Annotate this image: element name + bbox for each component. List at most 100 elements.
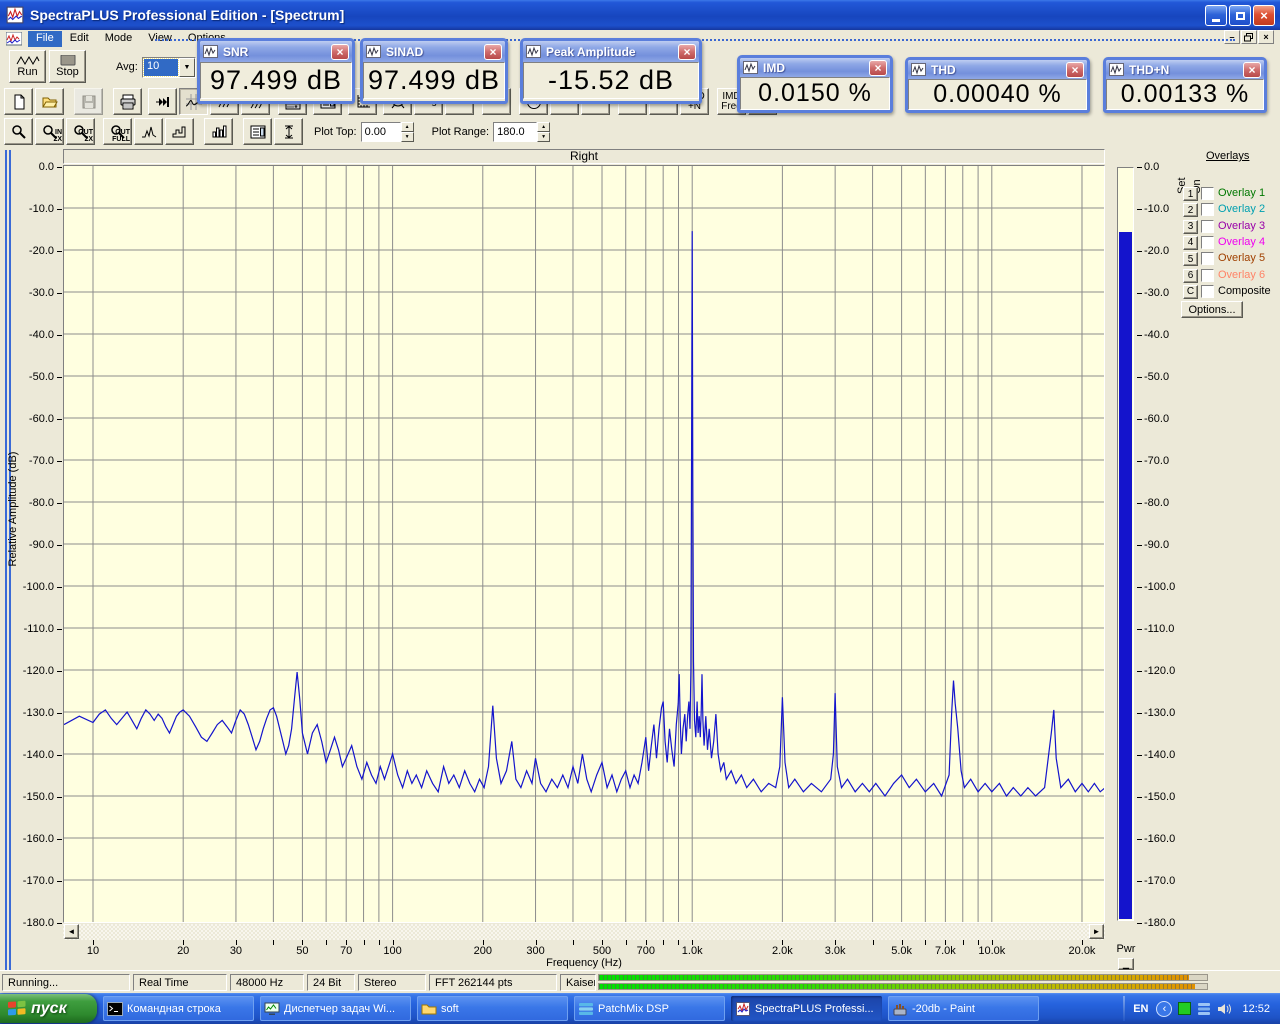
run-button[interactable]: Run (9, 50, 46, 83)
maximize-button[interactable] (1229, 5, 1251, 26)
start-button[interactable]: пуск (0, 994, 97, 1023)
task-button-3[interactable]: PatchMix DSP (574, 996, 725, 1021)
tray-collapse-icon[interactable]: ‹ (1156, 1000, 1173, 1017)
overlay-checkbox-c[interactable] (1201, 284, 1214, 298)
chevron-down-icon[interactable]: ▼ (179, 58, 195, 77)
y-tick-label: -140.0 (22, 749, 54, 761)
y-tick-label: 0.0 (38, 161, 54, 173)
meter-window-icon (366, 45, 381, 58)
sinad-window[interactable]: SINAD × 97.499 dB (360, 38, 508, 104)
overlay-set-button-4[interactable]: 4 (1183, 235, 1198, 250)
overlay-checkbox-1[interactable] (1201, 187, 1214, 200)
task-button-0[interactable]: Командная строка (103, 996, 254, 1021)
snr-window-titlebar[interactable]: SNR × (200, 41, 352, 62)
mdi-minimize-button[interactable]: – (1224, 30, 1240, 44)
overlay-options-button[interactable]: Options... (1181, 301, 1243, 318)
peak-amplitude-window[interactable]: Peak Amplitude × -15.52 dB (520, 38, 702, 104)
level-meter-right (598, 983, 1208, 990)
x-tick (572, 940, 574, 945)
plot-top-input[interactable] (360, 121, 401, 142)
spectrum-plot[interactable] (63, 165, 1105, 923)
plot-range-input[interactable] (493, 121, 538, 142)
zoom-in-2x-button[interactable]: IN 2X (35, 118, 64, 145)
close-icon[interactable]: × (1243, 61, 1261, 78)
overlay-checkbox-2[interactable] (1201, 203, 1214, 217)
sinad-window-titlebar[interactable]: SINAD × (363, 41, 505, 62)
y-tick (57, 251, 62, 252)
tray-app-icon[interactable] (1178, 1002, 1192, 1015)
peak-curve-button[interactable] (134, 118, 163, 145)
x-tick (872, 940, 874, 945)
task-button-4[interactable]: SpectraPLUS Professi... (731, 996, 882, 1021)
zoom-out-full-button[interactable]: OUT FULL (103, 118, 132, 145)
fast-forward-button[interactable] (148, 88, 177, 115)
overlay-set-button-1[interactable]: 1 (1183, 187, 1198, 201)
plot-top-spinner[interactable]: ▲ ▼ (400, 121, 414, 142)
y-tick-label: 0.0 (1144, 161, 1160, 173)
overlay-checkbox-3[interactable] (1201, 219, 1214, 233)
close-icon[interactable]: × (869, 59, 887, 76)
thd-n-window-titlebar[interactable]: THD+N × (1106, 60, 1264, 79)
thd-value: 0.00040 % (908, 79, 1087, 110)
step-curve-button[interactable] (165, 118, 194, 145)
y-tick-label: -80.0 (1144, 497, 1170, 509)
control-panel-button[interactable] (243, 118, 272, 145)
snr-window[interactable]: SNR × 97.499 dB (197, 38, 355, 104)
minimize-button[interactable] (1205, 5, 1227, 26)
overlay-set-button-2[interactable]: 2 (1183, 203, 1198, 218)
overlay-set-button-5[interactable]: 5 (1183, 252, 1198, 267)
power-meter-button[interactable]: ▁ (1118, 958, 1134, 970)
overlay-set-button-c[interactable]: C (1183, 284, 1198, 299)
stop-button[interactable]: Stop (49, 50, 86, 83)
zoom-out-2x-button[interactable]: OUT 2X (66, 118, 95, 145)
menu-item-file[interactable]: File (28, 30, 62, 47)
open-file-button[interactable] (35, 88, 64, 115)
task-button-5[interactable]: -20db - Paint (888, 996, 1039, 1021)
scroll-right-icon[interactable]: ► (1089, 924, 1104, 939)
mdi-close-button[interactable]: × (1258, 30, 1274, 44)
scroll-left-icon[interactable]: ◄ (64, 924, 79, 939)
imd-window[interactable]: IMD × 0.0150 % (737, 55, 893, 113)
close-icon[interactable]: × (1066, 61, 1084, 78)
status-panel-5: FFT 262144 pts (429, 974, 557, 991)
application-window: SpectraPLUS Professional Edition - [Spec… (0, 0, 1280, 1024)
zoom-button[interactable] (4, 118, 33, 145)
avg-value: 10 (143, 58, 179, 77)
waveform-icon (16, 55, 39, 66)
task-button-2[interactable]: soft (417, 996, 568, 1021)
horizontal-scrollbar[interactable]: ◄ ► (63, 924, 1105, 940)
overlay-checkbox-4[interactable] (1201, 235, 1214, 249)
taskmgr-icon (264, 1002, 280, 1015)
overlay-checkbox-6[interactable] (1201, 268, 1214, 282)
close-icon[interactable]: × (484, 43, 502, 60)
language-indicator[interactable]: EN (1133, 1003, 1148, 1015)
peak-amplitude-window-titlebar[interactable]: Peak Amplitude × (523, 41, 699, 62)
menu-item-edit[interactable]: Edit (62, 31, 97, 47)
thd-window[interactable]: THD × 0.00040 % (905, 57, 1090, 113)
task-button-1[interactable]: Диспетчер задач Wi... (260, 996, 411, 1021)
bar-display-button[interactable] (204, 118, 233, 145)
thd-n-window[interactable]: THD+N × 0.00133 % (1103, 57, 1267, 113)
imd-window-titlebar[interactable]: IMD × (740, 58, 890, 77)
title-bar[interactable]: SpectraPLUS Professional Edition - [Spec… (0, 0, 1280, 30)
meter-window-icon (1109, 63, 1124, 76)
y-tick-label: -20.0 (28, 245, 54, 257)
plot-top-label: Plot Top: (314, 125, 357, 138)
thd-window-titlebar[interactable]: THD × (908, 60, 1087, 79)
overlay-set-button-6[interactable]: 6 (1183, 268, 1198, 283)
new-file-button[interactable] (4, 88, 33, 115)
print-button[interactable] (113, 88, 142, 115)
y-tick-label: -10.0 (28, 203, 54, 215)
close-button[interactable]: × (1253, 5, 1275, 26)
plot-range-spinner[interactable]: ▲ ▼ (537, 121, 551, 142)
mdi-restore-button[interactable] (1241, 30, 1257, 44)
menu-item-mode[interactable]: Mode (97, 31, 141, 47)
overlay-set-button-3[interactable]: 3 (1183, 219, 1198, 234)
volume-icon[interactable] (1217, 1002, 1232, 1016)
close-icon[interactable]: × (331, 43, 349, 60)
auto-scale-button[interactable] (274, 118, 303, 145)
close-icon[interactable]: × (678, 43, 696, 60)
overlay-checkbox-5[interactable] (1201, 252, 1214, 266)
avg-combobox[interactable]: 10 ▼ (142, 57, 196, 78)
tray-mixer-icon[interactable] (1197, 1002, 1211, 1016)
